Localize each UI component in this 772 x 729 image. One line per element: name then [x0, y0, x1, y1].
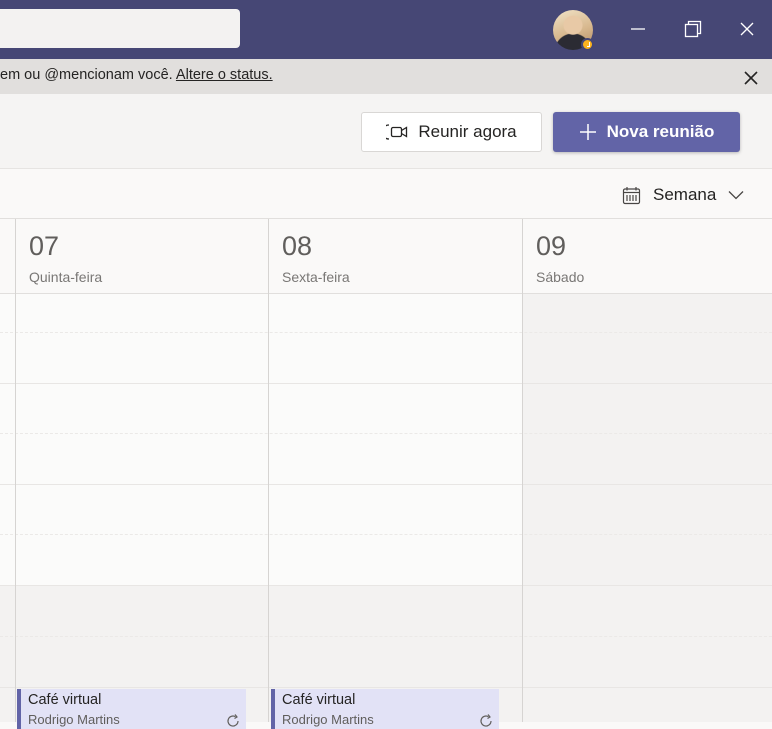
event-card[interactable]: Café virtual Rodrigo Martins	[17, 689, 246, 729]
avatar[interactable]	[553, 10, 594, 51]
time-column	[0, 294, 16, 585]
calendar-icon	[622, 186, 641, 204]
day-number: 07	[29, 231, 60, 261]
column-divider	[522, 219, 523, 722]
chevron-down-icon	[728, 191, 744, 200]
day-header-friday[interactable]: 08 Sexta-feira	[269, 219, 522, 293]
restore-button[interactable]	[678, 14, 708, 44]
day-number: 08	[282, 231, 313, 261]
video-camera-icon	[386, 124, 408, 140]
close-window-button[interactable]	[732, 14, 762, 44]
dismiss-banner-button[interactable]	[740, 67, 762, 89]
hour-line	[0, 484, 772, 485]
meet-now-button[interactable]: Reunir agora	[361, 112, 542, 152]
day-header-thursday[interactable]: 07 Quinta-feira	[16, 219, 268, 293]
column-divider	[268, 219, 269, 722]
day-header-saturday[interactable]: 09 Sábado	[523, 219, 772, 293]
clock-icon	[581, 38, 594, 51]
event-title: Café virtual	[282, 692, 356, 708]
day-name: Sábado	[536, 269, 585, 285]
search-input[interactable]	[0, 9, 240, 48]
restore-icon	[684, 20, 702, 38]
hour-line	[0, 687, 772, 688]
header-divider	[0, 293, 772, 294]
event-organizer: Rodrigo Martins	[282, 712, 374, 727]
event-card[interactable]: Café virtual Rodrigo Martins	[271, 689, 499, 729]
close-icon	[740, 22, 754, 36]
half-hour-line	[0, 534, 772, 535]
close-icon	[744, 71, 758, 85]
plus-icon	[579, 124, 596, 140]
view-selector[interactable]: Semana	[622, 183, 744, 207]
minimize-button[interactable]	[623, 14, 653, 44]
banner-message: em ou @mencionam você.	[0, 67, 173, 83]
repeat-icon	[480, 714, 492, 727]
minimize-icon	[631, 28, 645, 30]
event-title: Café virtual	[28, 692, 102, 708]
change-status-link[interactable]: Altere o status.	[176, 67, 273, 83]
weekend-area[interactable]	[523, 294, 772, 722]
half-hour-line	[0, 636, 772, 637]
hour-line	[0, 585, 772, 586]
event-organizer: Rodrigo Martins	[28, 712, 120, 727]
half-hour-line	[0, 433, 772, 434]
hour-line	[0, 383, 772, 384]
day-name: Sexta-feira	[282, 269, 350, 285]
notification-banner: em ou @mencionam você. Altere o status.	[0, 59, 772, 94]
meet-now-label: Reunir agora	[418, 122, 517, 141]
new-meeting-label: Nova reunião	[606, 122, 715, 141]
half-hour-line	[0, 332, 772, 333]
banner-text: em ou @mencionam você. Altere o status.	[0, 67, 273, 83]
day-number: 09	[536, 231, 567, 261]
column-divider	[15, 219, 16, 722]
repeat-icon	[227, 714, 239, 727]
view-label: Semana	[653, 185, 717, 204]
day-name: Quinta-feira	[29, 269, 103, 285]
working-hours-area[interactable]	[16, 294, 522, 585]
new-meeting-button[interactable]: Nova reunião	[553, 112, 740, 152]
